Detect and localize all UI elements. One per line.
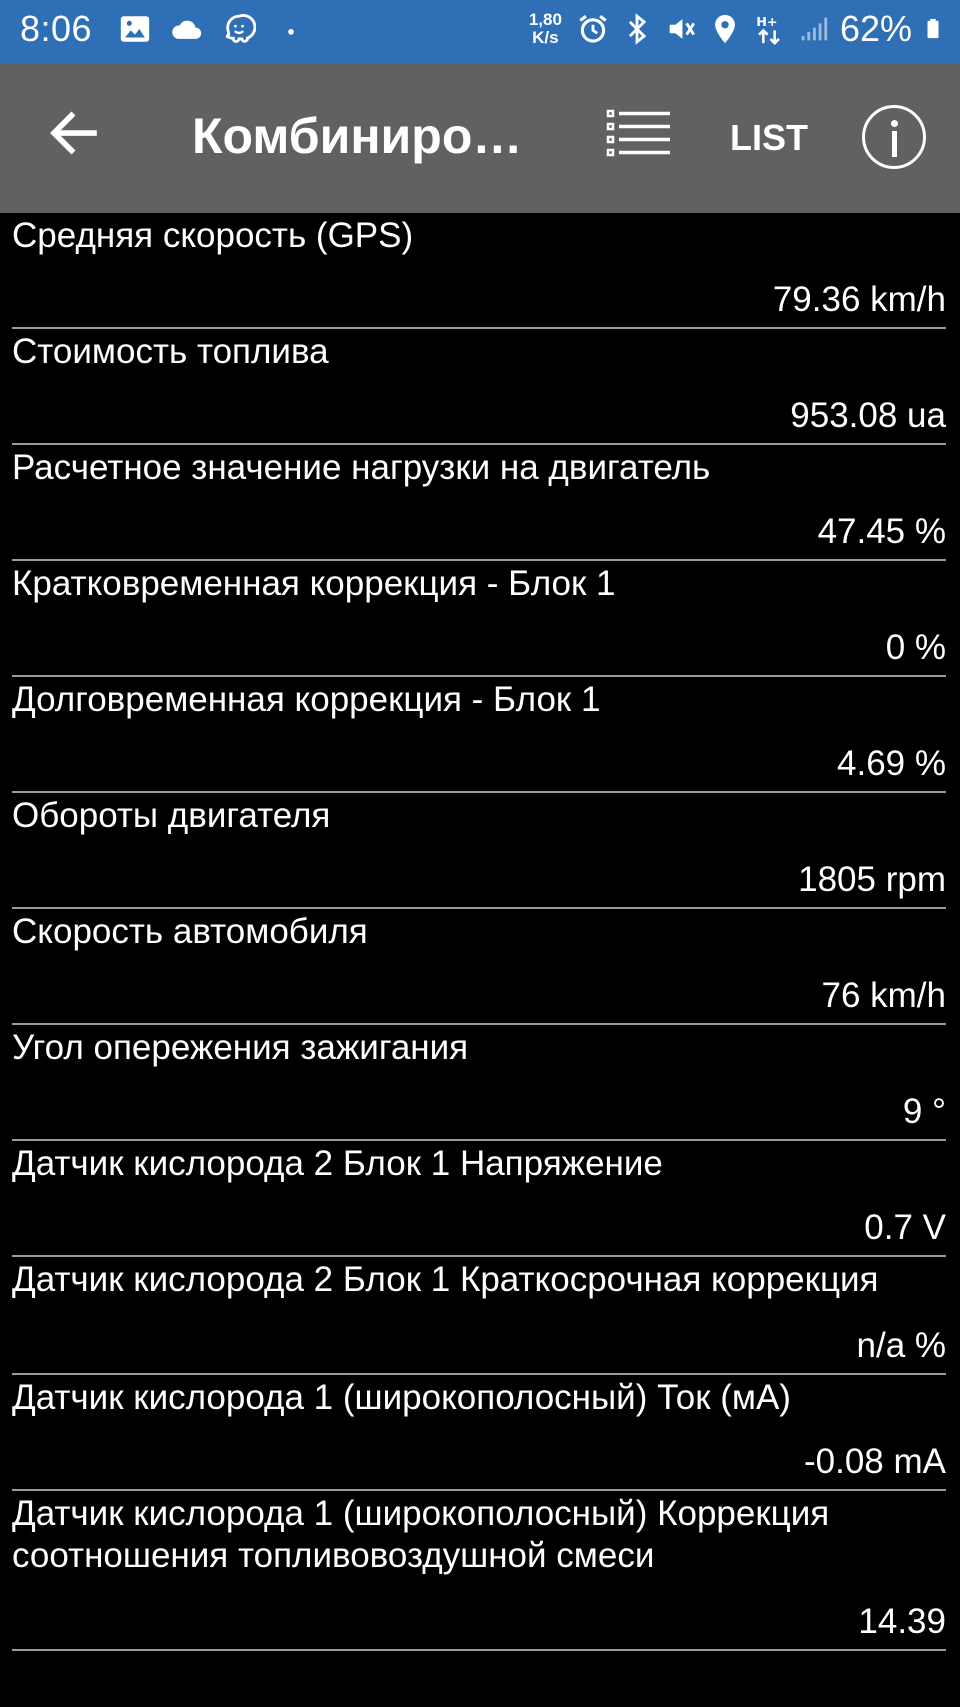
sensor-name: Стоимость топлива [12,332,329,371]
sensor-list: Средняя скорость (GPS) 79.36 km/h Стоимо… [0,213,960,1651]
cloud-icon [172,20,202,39]
sensor-name: Датчик кислорода 1 (широкополосный) Корр… [12,1494,830,1575]
signal-icon [801,17,828,41]
waze-icon [225,14,256,43]
sensor-row[interactable]: Стоимость топлива 953.08 ua [12,329,946,445]
sensor-row[interactable]: Кратковременная коррекция - Блок 1 0 % [12,561,946,677]
info-icon-bar [892,131,897,157]
sensor-value: 953.08 ua [790,396,946,435]
data-arrows-icon: H+ [756,15,780,45]
system-icons: 1,80 K/s H+ 62% [529,8,944,50]
mute-icon [669,19,695,39]
app-bar: Комбиниров… LIST [0,63,960,213]
status-time: 8:06 [20,8,93,49]
sensor-value: 9 ° [902,1092,946,1131]
sensor-name: Кратковременная коррекция - Блок 1 [12,564,616,603]
battery-percent: 62% [839,8,912,49]
sensor-row[interactable]: Обороты двигателя 1805 rpm [12,793,946,909]
page-title: Комбиниров… [192,108,552,164]
sensor-value: 47.45 % [817,512,946,551]
sensor-name: Датчик кислорода 1 (широкополосный) Ток … [12,1378,791,1417]
sensor-name: Угол опережения зажигания [12,1028,469,1067]
sensor-row[interactable]: Расчетное значение нагрузки на двигатель… [12,445,946,561]
sensor-value: 76 km/h [821,976,947,1015]
gallery-icon [120,16,150,42]
sensor-row[interactable]: Датчик кислорода 2 Блок 1 Напряжение 0.7… [12,1141,946,1257]
bluetooth-icon [628,13,647,45]
sensor-value: 1805 rpm [798,860,946,899]
sensor-row[interactable]: Долговременная коррекция - Блок 1 4.69 % [12,677,946,793]
sensor-row[interactable]: Средняя скорость (GPS) 79.36 km/h [12,213,946,329]
sensor-row[interactable]: Датчик кислорода 2 Блок 1 Краткосрочная … [12,1257,946,1375]
sensor-value: 4.69 % [837,744,946,783]
back-arrow-icon[interactable] [44,103,104,163]
svg-text:H+: H+ [756,15,777,30]
sensor-value: n/a % [856,1326,947,1365]
sensor-name: Скорость автомобиля [12,912,368,951]
list-button[interactable]: LIST [730,117,808,159]
sensor-name: Долговременная коррекция - Блок 1 [12,680,601,719]
sensor-row[interactable]: Датчик кислорода 1 (широкополосный) Ток … [12,1375,946,1491]
sensor-row[interactable]: Скорость автомобиля 76 km/h [12,909,946,1025]
sensor-value: -0.08 mA [804,1442,946,1481]
network-speed: 1,80 K/s [528,10,562,47]
list-view-icon[interactable] [606,109,672,159]
sensor-name: Датчик кислорода 2 Блок 1 Напряжение [12,1144,663,1183]
alarm-icon [579,15,607,43]
sensor-row[interactable]: Угол опережения зажигания 9 ° [12,1025,946,1141]
dot-icon [288,29,294,35]
sensor-name: Расчетное значение нагрузки на двигатель [12,448,711,487]
sensor-row[interactable]: Датчик кислорода 1 (широкополосный) Корр… [12,1491,946,1651]
status-bar: 8:06 1,80 K/s H+ 62% [0,0,960,63]
info-icon[interactable] [862,105,926,169]
sensor-name: Обороты двигателя [12,796,331,835]
battery-icon [927,18,939,39]
sensor-value: 14.39 [858,1602,946,1641]
notification-icons [118,12,308,46]
info-icon-dot [891,120,898,127]
sensor-value: 0 % [885,628,946,667]
sensor-value: 0.7 V [864,1208,946,1247]
sensor-value: 79.36 km/h [772,280,946,319]
sensor-name: Датчик кислорода 2 Блок 1 Краткосрочная … [12,1260,879,1299]
location-icon [715,14,735,44]
sensor-name: Средняя скорость (GPS) [12,216,414,255]
